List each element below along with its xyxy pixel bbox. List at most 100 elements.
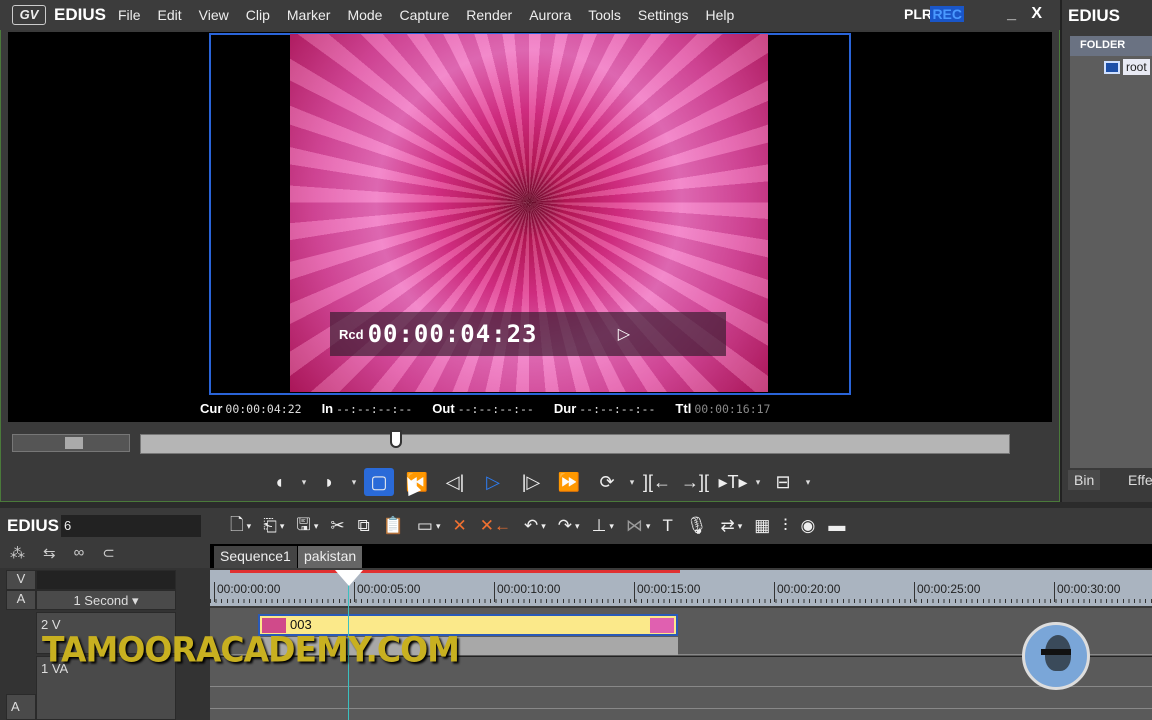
link-icon[interactable]: ∞ <box>74 544 85 562</box>
voiceover-icon[interactable]: 🎙 <box>686 516 708 536</box>
set-in-icon[interactable]: ◖ <box>260 468 298 496</box>
overwrite-icon[interactable]: →][ <box>676 468 714 496</box>
timeline-toolbar: EDIUS 6 🗋 ▾ ⎗ ▾ 🖫 ▾ ✂ ⧉ 📋 ▭ ▾ ✕ ✕← ↶ ▾ ↷ ▾ ⊥ ▾ … <box>0 512 1152 540</box>
mixer-icon[interactable]: ⫶ <box>783 516 787 536</box>
plr-button[interactable]: PLR <box>904 6 932 22</box>
folder-icon <box>1104 60 1120 74</box>
out-value: --:--:--:-- <box>457 402 534 416</box>
dropdown-icon[interactable]: ▾ <box>348 477 360 488</box>
copy-icon[interactable]: ⧉ <box>358 516 370 536</box>
loop-play-button[interactable]: ⟳ <box>588 468 626 496</box>
tab-sequence1[interactable]: Sequence1 <box>214 546 297 568</box>
scrub-handle[interactable] <box>390 430 402 448</box>
redo-icon[interactable]: ↷ <box>558 516 572 536</box>
shuttle-slider[interactable] <box>12 434 130 452</box>
tab-bin[interactable]: Bin <box>1068 470 1101 490</box>
open-icon[interactable]: ⎗ <box>263 516 277 536</box>
overlay-timecode: 00:00:04:23 <box>367 320 538 348</box>
cut-icon[interactable]: ✂ <box>330 516 344 536</box>
ruler-label: 00:00:15:00 <box>634 582 700 602</box>
dropdown-icon[interactable]: ▾ <box>298 477 310 488</box>
ttl-label: Ttl <box>675 401 692 416</box>
menu-help[interactable]: Help <box>706 7 735 23</box>
tab-effects[interactable]: Effe <box>1122 470 1152 490</box>
layout-icon[interactable]: ▬ <box>828 516 845 536</box>
split-icon[interactable]: ▸T▸ <box>714 468 752 496</box>
dropdown-icon[interactable]: ▾ <box>247 521 252 532</box>
replace-icon[interactable]: ▭ <box>417 516 433 536</box>
menu-capture[interactable]: Capture <box>399 7 449 23</box>
dropdown-icon[interactable]: ▾ <box>646 521 651 532</box>
dropdown-icon[interactable]: ▾ <box>575 521 580 532</box>
rcd-label: Rcd <box>339 326 364 342</box>
step-forward-button[interactable]: |▷ <box>512 468 550 496</box>
menu-mode[interactable]: Mode <box>347 7 382 23</box>
play-button[interactable]: ▷ <box>474 468 512 496</box>
timescale-value: 1 Second <box>73 593 129 608</box>
minimize-button[interactable]: _ <box>1007 5 1016 23</box>
ripple-icon[interactable]: ⇆ <box>43 544 56 562</box>
dropdown-icon[interactable]: ▾ <box>609 521 614 532</box>
dropdown-icon[interactable]: ▾ <box>738 521 743 532</box>
menu-clip[interactable]: Clip <box>246 7 270 23</box>
zoom-slider[interactable] <box>36 570 176 590</box>
tab-pakistan[interactable]: pakistan <box>298 546 363 568</box>
video-toggle[interactable]: V <box>6 570 36 590</box>
insert-icon[interactable]: ][← <box>638 468 676 496</box>
ruler-label: 00:00:10:00 <box>494 582 560 602</box>
timescale-select[interactable]: 1 Second ▾ <box>36 590 176 610</box>
close-button[interactable]: X <box>1031 5 1042 23</box>
save-icon[interactable]: 🖫 <box>296 512 310 541</box>
menu-render[interactable]: Render <box>466 7 512 23</box>
paste-icon[interactable]: 📋 <box>383 516 404 536</box>
menu-marker[interactable]: Marker <box>287 7 331 23</box>
root-label: root <box>1123 59 1150 75</box>
sequence-tabs: Sequence1 pakistan <box>210 544 1152 568</box>
delete-icon[interactable]: ✕ <box>453 516 467 536</box>
add-marker-icon[interactable]: ⊥ <box>592 516 607 536</box>
clip-thumbnail-out <box>650 618 674 633</box>
play-indicator-icon: ▷ <box>617 326 630 343</box>
ruler-label: 00:00:25:00 <box>914 582 980 602</box>
title-icon[interactable]: T <box>662 516 672 536</box>
shuttle-handle[interactable] <box>65 437 83 449</box>
new-icon[interactable]: 🗋 <box>230 512 244 541</box>
menu-settings[interactable]: Settings <box>638 7 689 23</box>
menu-file[interactable]: File <box>118 7 141 23</box>
dropdown-icon[interactable]: ▾ <box>280 521 285 532</box>
undo-icon[interactable]: ↶ <box>524 516 538 536</box>
color-icon[interactable]: ◉ <box>801 516 816 536</box>
menu-edit[interactable]: Edit <box>158 7 182 23</box>
magnet-icon[interactable]: ⊂ <box>102 544 115 562</box>
grid-icon[interactable]: ▦ <box>754 516 770 536</box>
sync-lock-icon[interactable]: ⁂ <box>10 544 25 562</box>
timecode-info-bar: Cur 00:00:04:22 In --:--:--:-- Out --:--:--… <box>200 401 860 417</box>
set-out-icon[interactable]: ◗ <box>310 468 348 496</box>
audio-toggle[interactable]: A <box>6 590 36 610</box>
transition-icon[interactable]: ⋈ <box>626 516 643 536</box>
menu-aurora[interactable]: Aurora <box>529 7 571 23</box>
export-icon[interactable]: ⇄ <box>720 516 734 536</box>
ripple-delete-icon[interactable]: ✕← <box>480 516 511 536</box>
dur-value: --:--:--:-- <box>579 402 656 416</box>
dropdown-icon[interactable]: ▾ <box>626 477 638 488</box>
menu-tools[interactable]: Tools <box>588 7 621 23</box>
folder-tree: FOLDER root <box>1070 36 1152 468</box>
in-value: --:--:--:-- <box>336 402 413 416</box>
playhead-marker[interactable] <box>335 570 363 586</box>
dropdown-icon[interactable]: ▾ <box>436 521 441 532</box>
dropdown-icon[interactable]: ▾ <box>752 477 764 488</box>
output-icon[interactable]: ⊟ <box>764 468 802 496</box>
ttl-value: 00:00:16:17 <box>694 402 771 416</box>
audio-channel-toggle[interactable]: A <box>6 694 36 720</box>
stop-button[interactable]: ▢ <box>364 468 394 496</box>
dropdown-icon[interactable]: ▾ <box>541 521 546 532</box>
menu-view[interactable]: View <box>199 7 229 23</box>
rec-button[interactable]: REC <box>930 6 964 22</box>
scrub-bar[interactable] <box>140 434 1010 454</box>
step-back-button[interactable]: ◁| <box>436 468 474 496</box>
root-folder[interactable]: root <box>1104 59 1150 75</box>
fast-forward-button[interactable]: ⏩ <box>550 468 588 496</box>
dropdown-icon[interactable]: ▾ <box>314 521 319 532</box>
dropdown-icon[interactable]: ▾ <box>802 477 814 488</box>
